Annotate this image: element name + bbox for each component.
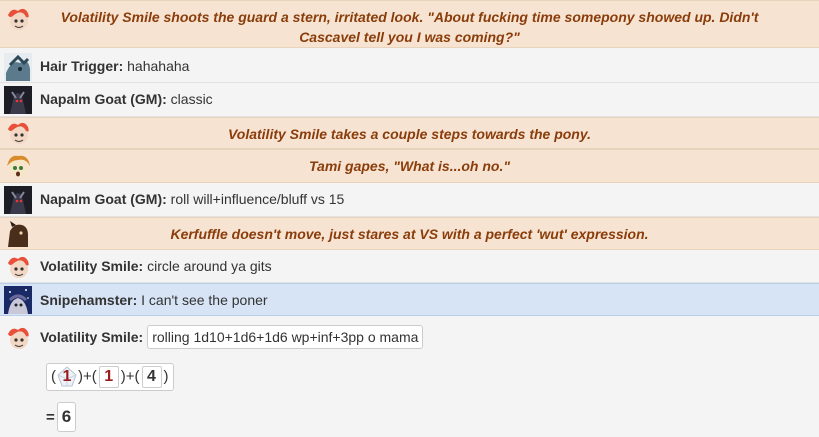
equals-sign: = [46,408,55,426]
kerfuffle-avatar [4,219,32,247]
chat-message: Napalm Goat (GM): classic [0,83,819,117]
chat-message: Napalm Goat (GM): roll will+influence/bl… [0,183,819,217]
message-text: hahahaha [127,58,190,74]
roll-author: Volatility Smile: [40,329,144,345]
roll-total: = 6 [46,402,77,432]
roll-expression: ( 1 )+( 1 )+( 4 ) [46,363,174,391]
paren-open: ( [51,368,56,385]
message-text: circle around ya gits [147,258,272,274]
paren-close: ) [163,368,169,385]
emote-message: Kerfuffle doesn't move, just stares at V… [0,217,819,250]
message-author: Volatility Smile: [40,258,144,274]
separator: )+( [78,368,97,385]
napalm-goat-avatar [4,186,32,214]
message-author: Napalm Goat (GM): [40,91,167,107]
volatility-smile-avatar [4,119,32,147]
chat-message: Hair Trigger: hahahaha [0,50,819,83]
roll-total-value[interactable]: 6 [56,402,77,432]
d6-die-result[interactable]: 1 [98,366,119,388]
message-author: Napalm Goat (GM): [40,191,167,207]
message-author: Hair Trigger: [40,58,124,74]
message-author: Snipehamster: [40,292,138,308]
chat-message-highlighted: Snipehamster: I can't see the poner [0,283,819,316]
emote-text: Volatility Smile shoots the guard a ster… [60,9,759,45]
volatility-smile-avatar [4,253,32,281]
emote-text: Tami gapes, "What is...oh no." [309,158,510,174]
emote-message: Tami gapes, "What is...oh no." [0,149,819,183]
volatility-smile-avatar [4,324,32,352]
message-text: roll will+influence/bluff vs 15 [170,191,345,207]
message-text: I can't see the poner [141,292,268,308]
hair-trigger-avatar [4,53,32,81]
emote-message: Volatility Smile takes a couple steps to… [0,117,819,149]
emote-text: Kerfuffle doesn't move, just stares at V… [170,226,649,242]
d6-die-result[interactable]: 4 [141,366,162,388]
volatility-smile-avatar [4,5,32,33]
snipehamster-avatar [4,286,32,314]
d10-die-result[interactable]: 1 [57,366,77,387]
message-text: classic [170,91,213,107]
roll-command: rolling 1d10+1d6+1d6 wp+inf+3pp o mama [147,325,424,349]
separator: )+( [120,368,140,385]
chat-message: Volatility Smile: circle around ya gits [0,250,819,283]
napalm-goat-avatar [4,86,32,114]
emote-text: Volatility Smile takes a couple steps to… [227,126,592,142]
tami-avatar [4,152,32,180]
emote-message: Volatility Smile shoots the guard a ster… [0,0,819,48]
